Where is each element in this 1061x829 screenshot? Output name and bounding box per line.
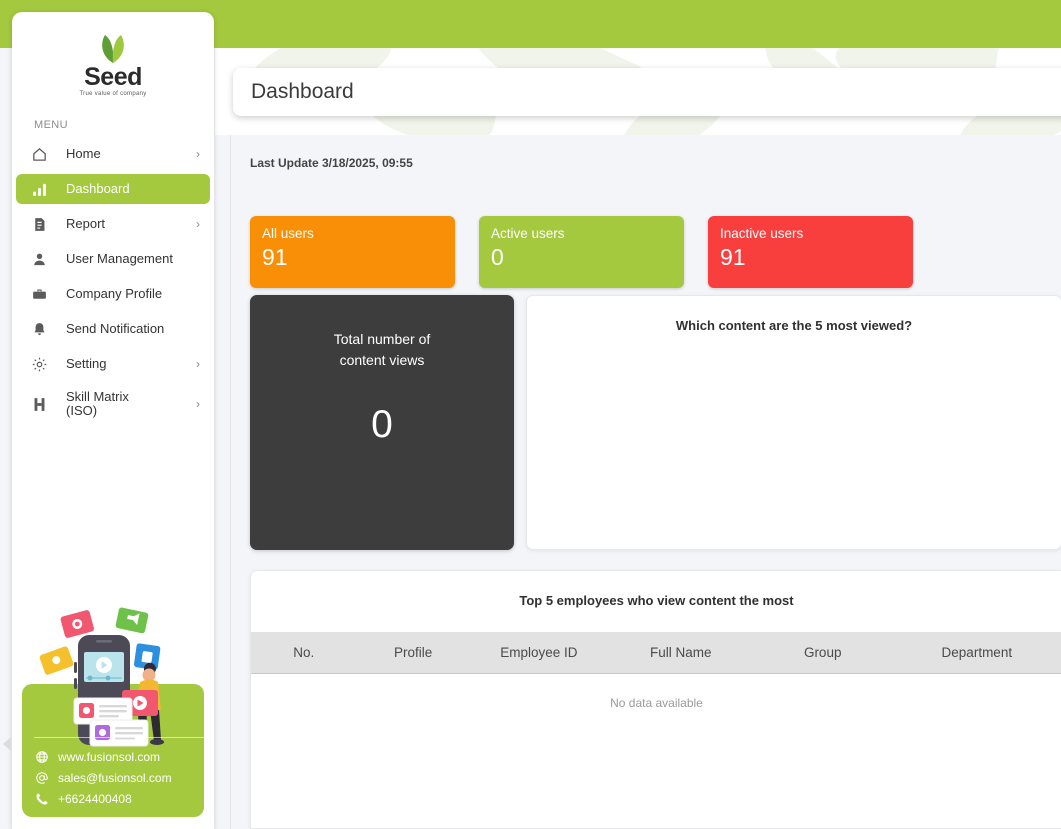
page-title: Dashboard — [251, 80, 354, 104]
stat-value: 0 — [491, 242, 672, 272]
stat-label: Active users — [491, 225, 672, 242]
total-views-caption-line1: Total number of — [334, 329, 431, 350]
table-header-row: No. Profile Employee ID Full Name Group … — [251, 632, 1061, 674]
main-content: Last Update 3/18/2025, 09:55 All users 9… — [230, 135, 1061, 829]
contact-phone-text: +6624400408 — [58, 792, 132, 806]
column-header-full-name[interactable]: Full Name — [608, 632, 754, 674]
middle-row: Total number of content views 0 Which co… — [250, 295, 1061, 550]
logo-wordmark: Seed — [12, 64, 214, 90]
sidebar-item-label: Skill Matrix (ISO) — [66, 390, 196, 418]
contact-email-text: sales@fusionsol.com — [58, 771, 172, 785]
document-icon — [28, 216, 50, 233]
matrix-icon — [28, 396, 50, 413]
stat-label: All users — [262, 225, 443, 242]
column-header-department[interactable]: Department — [892, 632, 1061, 674]
globe-icon — [34, 750, 49, 764]
contact-website-text: www.fusionsol.com — [58, 750, 160, 764]
app-logo[interactable]: Seed True value of company — [12, 12, 214, 97]
total-content-views-card: Total number of content views 0 — [250, 295, 514, 550]
column-header-profile[interactable]: Profile — [356, 632, 470, 674]
phone-icon — [34, 792, 49, 806]
sidebar: Seed True value of company MENU Home › D… — [12, 12, 214, 829]
column-header-no[interactable]: No. — [251, 632, 356, 674]
home-icon — [28, 146, 50, 163]
sidebar-item-label: Setting — [66, 357, 196, 371]
gear-icon — [28, 356, 50, 373]
sidebar-item-setting[interactable]: Setting › — [16, 349, 210, 379]
sidebar-promo: www.fusionsol.com sales@fusionsol.com — [12, 590, 214, 829]
page-title-card: Dashboard — [233, 68, 1061, 116]
user-icon — [28, 251, 50, 268]
stat-card-all-users[interactable]: All users 91 — [250, 216, 455, 288]
logo-tagline: True value of company — [12, 91, 214, 97]
total-views-value: 0 — [371, 403, 393, 447]
top-employees-table: No. Profile Employee ID Full Name Group … — [251, 632, 1061, 674]
sidebar-item-label: Send Notification — [66, 322, 200, 336]
sidebar-item-send-notification[interactable]: Send Notification — [16, 314, 210, 344]
sidebar-item-label: Dashboard — [66, 182, 200, 196]
sidebar-collapse-button[interactable] — [1, 736, 13, 752]
sidebar-item-label: User Management — [66, 252, 200, 266]
sidebar-item-dashboard[interactable]: Dashboard — [16, 174, 210, 204]
sidebar-item-label: Report — [66, 217, 196, 231]
bar-chart-icon — [28, 181, 50, 198]
chevron-right-icon: › — [196, 397, 200, 411]
chevron-right-icon: › — [196, 147, 200, 161]
contact-block: www.fusionsol.com sales@fusionsol.com — [34, 737, 204, 809]
table-empty-message: No data available — [251, 674, 1061, 710]
contact-website-row[interactable]: www.fusionsol.com — [34, 746, 204, 767]
chevron-right-icon: › — [196, 217, 200, 231]
seed-leaf-icon — [90, 34, 136, 64]
contact-phone-row[interactable]: +6624400408 — [34, 788, 204, 809]
briefcase-icon — [28, 286, 50, 303]
sidebar-item-label: Home — [66, 147, 196, 161]
table-title: Top 5 employees who view content the mos… — [251, 593, 1061, 608]
column-header-group[interactable]: Group — [754, 632, 892, 674]
stat-label: Inactive users — [720, 225, 901, 242]
sidebar-item-label: Company Profile — [66, 287, 200, 301]
stat-card-inactive-users[interactable]: Inactive users 91 — [708, 216, 913, 288]
menu-section-header: MENU — [34, 119, 214, 131]
stat-card-row: All users 91 Active users 0 Inactive use… — [250, 216, 913, 288]
column-header-employee-id[interactable]: Employee ID — [470, 632, 608, 674]
total-views-caption-line2: content views — [340, 350, 425, 371]
bell-icon — [28, 321, 50, 338]
last-update-text: Last Update 3/18/2025, 09:55 — [250, 156, 413, 170]
sidebar-item-skill-matrix[interactable]: Skill Matrix (ISO) › — [16, 384, 210, 424]
sidebar-item-report[interactable]: Report › — [16, 209, 210, 239]
sidebar-item-user-management[interactable]: User Management — [16, 244, 210, 274]
stat-value: 91 — [262, 242, 443, 272]
sidebar-item-home[interactable]: Home › — [16, 139, 210, 169]
top-employees-table-card: Top 5 employees who view content the mos… — [250, 570, 1061, 829]
sidebar-item-company-profile[interactable]: Company Profile — [16, 279, 210, 309]
at-sign-icon — [34, 771, 49, 785]
chevron-right-icon: › — [196, 357, 200, 371]
stat-value: 91 — [720, 242, 901, 272]
most-viewed-content-chart-card: Which content are the 5 most viewed? — [526, 295, 1061, 550]
stat-card-active-users[interactable]: Active users 0 — [479, 216, 684, 288]
chart-title: Which content are the 5 most viewed? — [527, 318, 1061, 333]
contact-email-row[interactable]: sales@fusionsol.com — [34, 767, 204, 788]
table-header: No. Profile Employee ID Full Name Group … — [251, 632, 1061, 674]
